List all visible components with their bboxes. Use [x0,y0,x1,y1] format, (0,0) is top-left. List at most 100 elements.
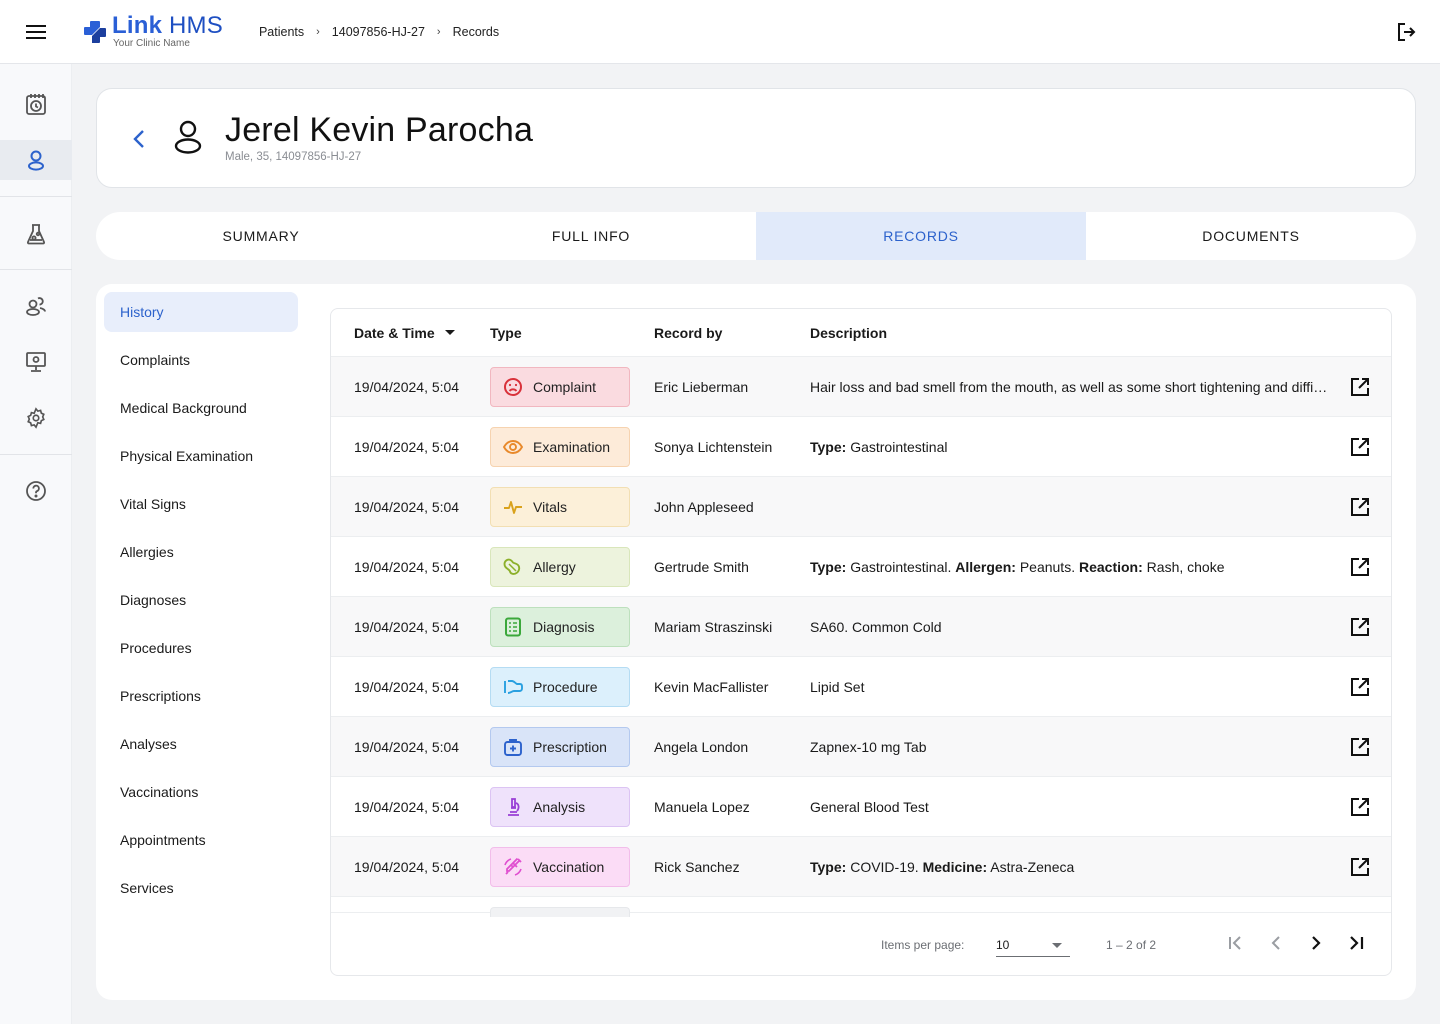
first-page-button[interactable] [1224,931,1248,955]
clinic-name: Your Clinic Name [113,38,190,49]
cell-type: Complaint [490,366,654,407]
subnav-item-appointments[interactable]: Appointments [104,820,298,860]
subnav-item-analyses[interactable]: Analyses [104,724,298,764]
subnav-item-procedures[interactable]: Procedures [104,628,298,668]
type-chip-label: Vaccination [533,858,605,875]
rail-lab[interactable] [0,214,72,254]
type-chip: Analysis [490,786,630,827]
chevron-right-icon [1312,936,1321,950]
table-row[interactable]: 19/04/2024, 5:04 Vaccination Rick Sanche… [331,837,1391,897]
subnav-item-prescriptions[interactable]: Prescriptions [104,676,298,716]
open-record-button[interactable] [1338,857,1382,877]
rail-divider [0,196,72,197]
logout-button[interactable] [1394,20,1418,44]
subnav-item-vaccinations[interactable]: Vaccinations [104,772,298,812]
cell-description: Lipid Set [810,679,1330,695]
cell-date-time: 19/04/2024, 5:04 [354,498,460,515]
lab-flask-icon [26,224,46,245]
description-value: Hair loss and bad smell from the mouth, … [810,378,1330,395]
subnav-item-vital-signs[interactable]: Vital Signs [104,484,298,524]
rail-help[interactable] [0,471,72,511]
rail-settings[interactable] [0,398,72,438]
description-value: Gastrointestinal [846,438,948,455]
subnav-item-diagnoses[interactable]: Diagnoses [104,580,298,620]
back-button[interactable] [127,125,151,153]
cell-description: Hair loss and bad smell from the mouth, … [810,379,1330,395]
description-value: Astra-Zeneca [987,858,1075,875]
type-chip-label: Allergy [533,558,576,575]
cell-record-by: Rick Sanchez [654,858,740,875]
last-page-button[interactable] [1344,931,1368,955]
clipboard-list-icon [505,617,521,636]
type-chip-label: Analysis [533,798,586,815]
menu-button[interactable] [0,0,72,64]
rail-patients[interactable] [0,140,72,180]
cell-type: Examination [490,426,654,467]
items-per-page-select[interactable]: 10 [996,931,1070,957]
table-header: Date & Time Type Record by Description [331,309,1391,357]
cell-type: Analysis [490,786,654,827]
open-record-button[interactable] [1338,617,1382,637]
open-in-new-icon [1351,617,1369,636]
table-row[interactable]: 19/04/2024, 5:04 Examination Sonya Licht… [331,417,1391,477]
breadcrumb-patients[interactable]: Patients [259,25,304,39]
cell-date-time: 19/04/2024, 5:04 [354,858,460,875]
table-row[interactable]: 19/04/2024, 5:04 Diagnosis Mariam Strasz… [331,597,1391,657]
table-row[interactable]: 19/04/2024, 5:04 Vitals John Appleseed [331,477,1391,537]
table-row[interactable]: 19/04/2024, 5:04 Allergy Gertrude Smith … [331,537,1391,597]
tab-summary[interactable]: SUMMARY [96,212,426,260]
type-chip-label: Vitals [533,498,567,515]
open-record-button[interactable] [1338,677,1382,697]
open-in-new-icon [1351,377,1369,396]
open-record-button[interactable] [1338,797,1382,817]
open-in-new-icon [1351,437,1369,456]
items-per-page-value: 10 [996,938,1010,952]
cell-record-by: Kevin MacFallister [654,678,769,695]
tab-full-info[interactable]: FULL INFO [426,212,756,260]
next-page-button[interactable] [1304,931,1328,955]
table-row[interactable]: 19/04/2024, 5:04 Prescription Angela Lon… [331,717,1391,777]
rail-devices[interactable] [0,342,72,382]
records-subnav: History Complaints Medical Background Physi… [104,292,298,916]
cell-date-time: 19/04/2024, 5:04 [354,798,460,815]
cell-record-by: Gertrude Smith [654,558,749,575]
open-record-button[interactable] [1338,377,1382,397]
open-record-button[interactable] [1338,437,1382,457]
table-row[interactable]: 19/04/2024, 5:04 Procedure Kevin MacFall… [331,657,1391,717]
table-row[interactable]: 19/04/2024, 5:04 Complaint Eric Lieberma… [331,357,1391,417]
type-chip-label: Procedure [533,678,598,695]
patient-meta: Male, 35, 14097856-HJ-27 [225,151,362,163]
column-date-time[interactable]: Date & Time [331,325,490,341]
tab-records[interactable]: RECORDS [756,212,1086,260]
table-body: 19/04/2024, 5:04 Complaint Eric Lieberma… [331,357,1391,897]
cell-date-time: 19/04/2024, 5:04 [354,438,460,455]
monitor-settings-icon [26,352,46,372]
dropdown-caret-icon [1052,943,1062,948]
open-record-button[interactable] [1338,557,1382,577]
page-range: 1 – 2 of 2 [1106,938,1157,952]
rail-appointments[interactable] [0,84,72,124]
open-record-button[interactable] [1338,737,1382,757]
subnav-item-services[interactable]: Services [104,868,298,908]
cell-type: Vitals [490,486,654,527]
column-description: Description [810,324,888,341]
cell-description: General Blood Test [810,799,1330,815]
medical-kit-icon [504,738,522,756]
rail-staff[interactable] [0,286,72,326]
tab-documents[interactable]: DOCUMENTS [1086,212,1416,260]
subnav-item-physical-examination[interactable]: Physical Examination [104,436,298,476]
previous-page-button[interactable] [1264,931,1288,955]
subnav-item-history[interactable]: History [104,292,298,332]
calendar-clock-icon [26,94,46,115]
chevron-left-icon [1271,936,1280,950]
open-record-button[interactable] [1338,497,1382,517]
sort-desc-icon[interactable] [444,330,455,335]
subnav-item-complaints[interactable]: Complaints [104,340,298,380]
brand-bold: Link [112,12,163,39]
subnav-item-medical-background[interactable]: Medical Background [104,388,298,428]
app-logo[interactable]: Link HMS Your Clinic Name [82,14,223,49]
description-value: COVID-19. [846,858,923,875]
subnav-item-allergies[interactable]: Allergies [104,532,298,572]
breadcrumb-patient-id[interactable]: 14097856-HJ-27 [332,25,425,39]
table-row[interactable]: 19/04/2024, 5:04 Analysis Manuela Lopez … [331,777,1391,837]
